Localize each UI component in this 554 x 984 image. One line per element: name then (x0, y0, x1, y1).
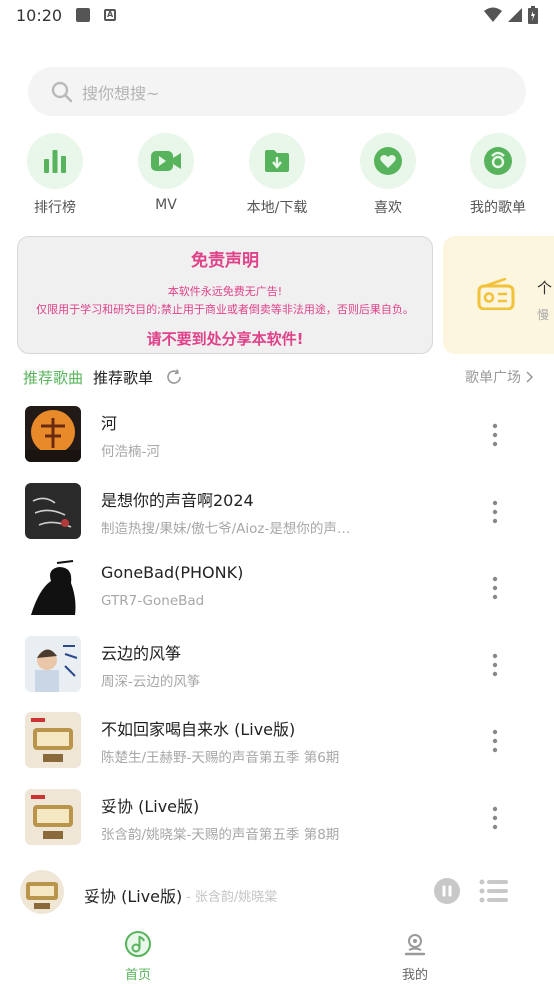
song-title: 云边的风筝 (101, 643, 182, 663)
song-cover (25, 788, 81, 845)
wifi-icon (484, 7, 502, 22)
more-vertical-icon[interactable] (486, 805, 504, 831)
quick-nav-icon-circle (249, 133, 305, 189)
now-playing-cover (20, 870, 64, 914)
song-artist: 陈楚生/王赫野-天赐的声音第五季 第6期 (101, 750, 340, 766)
quick-nav-icon-circle (470, 133, 526, 189)
song-title: 妥协 (Live版) (101, 796, 200, 816)
song-list: 河 何浩楠-河 是想你的声音啊2024 制造热搜/果妹/傲七爷/Aioz-是想你… (0, 396, 554, 855)
song-title: 是想你的声音啊2024 (101, 490, 254, 510)
quick-nav-label: MV (155, 197, 177, 213)
quick-nav-label: 我的歌单 (470, 200, 526, 216)
refresh-icon[interactable] (165, 368, 183, 386)
song-row[interactable]: 云边的风筝 周深-云边的风筝 (0, 626, 554, 703)
notification-icon (76, 8, 91, 22)
song-row[interactable]: 不如回家喝自来水 (Live版) 陈楚生/王赫野-天赐的声音第五季 第6期 (0, 702, 554, 779)
nav-home[interactable]: 首页 (98, 930, 178, 983)
heart-icon (374, 147, 402, 175)
quick-nav-charts[interactable]: 排行榜 (15, 133, 95, 217)
recommend-header: 推荐歌曲 推荐歌单 歌单广场 (23, 365, 533, 389)
video-camera-icon (151, 151, 181, 171)
chevron-right-icon (526, 371, 533, 383)
quick-nav-label: 排行榜 (34, 200, 76, 216)
quick-nav-icon-circle (138, 133, 194, 189)
radio-banner[interactable]: 个 慢 (443, 236, 554, 354)
signal-icon (508, 8, 522, 22)
nav-mine-label: 我的 (401, 968, 428, 983)
song-cover (25, 712, 81, 768)
music-note-icon (125, 931, 151, 957)
banner-text-free: 本软件永远免费无广告! (167, 285, 283, 298)
more-vertical-icon[interactable] (486, 728, 504, 754)
song-title: 河 (101, 414, 118, 433)
radio-banner-title: 个 (537, 279, 553, 297)
download-folder-icon (265, 150, 289, 172)
radio-icon (477, 278, 515, 310)
radio-banner-subtitle: 慢 (537, 308, 550, 322)
more-vertical-icon[interactable] (486, 575, 504, 601)
song-title: 不如回家喝自来水 (Live版) (101, 720, 296, 739)
status-bar: 10:20 A (0, 0, 554, 30)
more-vertical-icon[interactable] (486, 422, 504, 448)
song-row[interactable]: 是想你的声音啊2024 制造热搜/果妹/傲七爷/Aioz-是想你的声… (0, 473, 554, 550)
song-cover (25, 559, 81, 615)
keyboard-notification-icon: A (104, 9, 117, 21)
tab-recommended-playlists[interactable]: 推荐歌单 (93, 367, 153, 388)
quick-nav-my-playlists[interactable]: 我的歌单 (458, 133, 538, 217)
search-icon (51, 81, 73, 102)
more-vertical-icon[interactable] (486, 499, 504, 525)
song-artist: 张含韵/姚晓棠-天赐的声音第五季 第8期 (101, 826, 340, 843)
battery-icon (528, 6, 538, 24)
banner-title: 免责声明 (191, 251, 259, 271)
nav-mine[interactable]: 我的 (375, 930, 455, 983)
banner-footer: 请不要到处分享本软件! (146, 330, 304, 348)
quick-nav: 排行榜 MV 本地/下载 喜欢 我的歌单 (0, 133, 554, 217)
search-placeholder: 搜你想搜~ (82, 83, 160, 103)
nav-home-label: 首页 (124, 968, 151, 983)
mini-player[interactable]: 妥协 (Live版) - 张含韵/姚晓棠 (0, 860, 554, 924)
playlist-icon[interactable] (479, 878, 509, 904)
song-cover (25, 482, 81, 539)
song-artist: GTR7-GoneBad (101, 593, 205, 609)
status-time: 10:20 (16, 5, 63, 25)
bar-chart-icon (44, 150, 66, 173)
song-cover (25, 406, 81, 462)
disc-icon (484, 147, 512, 175)
bottom-nav: 首页 我的 (0, 924, 554, 984)
playlist-square-label: 歌单广场 (465, 370, 521, 386)
song-artist: 周深-云边的风筝 (101, 673, 201, 690)
song-artist: 制造热搜/果妹/傲七爷/Aioz-是想你的声… (101, 520, 351, 537)
disclaimer-banner[interactable]: 免责声明 本软件永远免费无广告! 仅限用于学习和研究目的;禁止用于商业或者倒卖等… (17, 236, 433, 354)
song-artist: 何浩楠-河 (101, 444, 160, 460)
pause-icon[interactable] (433, 877, 461, 905)
banner-text-usage: 仅限用于学习和研究目的;禁止用于商业或者倒卖等非法用途，否则后果自负。 (36, 303, 414, 316)
song-row[interactable]: 河 何浩楠-河 (0, 396, 554, 473)
playlist-square-link[interactable]: 歌单广场 (465, 367, 533, 387)
song-row[interactable]: 妥协 (Live版) 张含韵/姚晓棠-天赐的声音第五季 第8期 (0, 779, 554, 856)
song-row[interactable]: GoneBad(PHONK) GTR7-GoneBad (0, 549, 554, 626)
tab-recommended-songs[interactable]: 推荐歌曲 (23, 367, 83, 388)
more-vertical-icon[interactable] (486, 652, 504, 678)
quick-nav-favorites[interactable]: 喜欢 (348, 133, 428, 217)
song-cover (25, 635, 81, 692)
quick-nav-icon-circle (360, 133, 416, 189)
song-title: GoneBad(PHONK) (101, 563, 244, 582)
quick-nav-label: 本地/下载 (246, 200, 308, 216)
quick-nav-local-download[interactable]: 本地/下载 (237, 133, 317, 217)
quick-nav-mv[interactable]: MV (126, 133, 206, 213)
now-playing-artist: - 张含韵/姚晓棠 (186, 890, 278, 905)
quick-nav-icon-circle (27, 133, 83, 189)
user-icon (404, 934, 426, 956)
quick-nav-label: 喜欢 (374, 200, 402, 216)
now-playing-title: 妥协 (Live版) (84, 887, 183, 906)
search-bar[interactable]: 搜你想搜~ (28, 67, 526, 116)
status-indicators (484, 6, 538, 24)
